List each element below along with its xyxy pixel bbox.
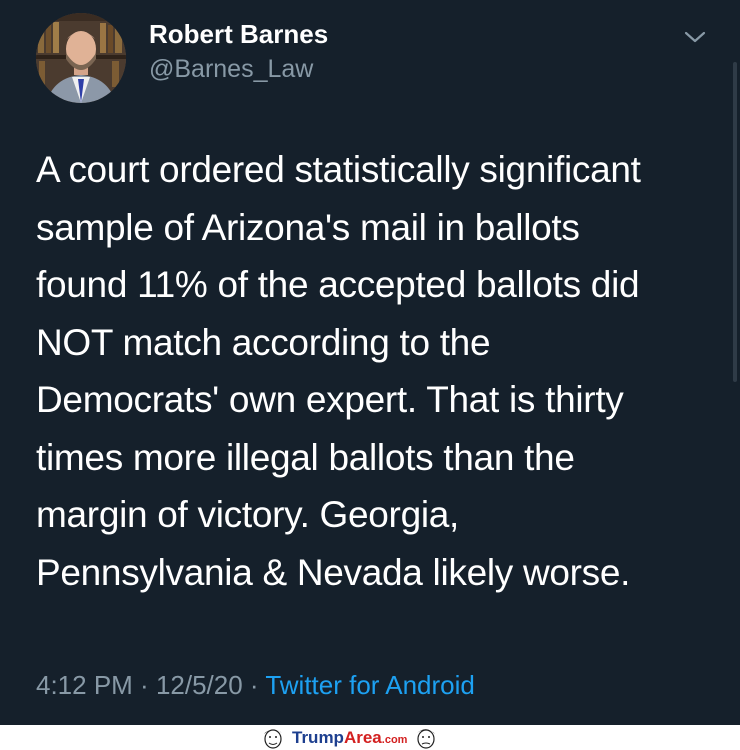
scrollbar[interactable] (733, 62, 737, 382)
tweet-date[interactable]: 12/5/20 (156, 670, 243, 700)
meta-separator: · (132, 670, 156, 700)
tweet-time[interactable]: 4:12 PM (36, 670, 133, 700)
author-name[interactable]: Robert Barnes (149, 19, 328, 50)
caricature-face-icon (417, 729, 436, 749)
tweet-text: A court ordered statistically significan… (36, 149, 641, 593)
watermark-logo: Trump Area .com (258, 725, 441, 750)
caricature-face-icon (264, 729, 282, 749)
watermark-text-domain: .com (381, 734, 408, 746)
tweet-card: Robert Barnes @Barnes_Law A court ordere… (0, 0, 740, 725)
watermark-text-trump: Trump (292, 727, 344, 747)
chevron-down-icon[interactable] (683, 28, 707, 46)
tweet-source-link[interactable]: Twitter for Android (265, 670, 475, 700)
avatar-image (36, 13, 126, 103)
watermark-bar: Trump Area .com (0, 725, 740, 750)
author-handle[interactable]: @Barnes_Law (149, 55, 313, 84)
avatar[interactable] (36, 13, 126, 103)
watermark-text-area: Area (343, 727, 382, 747)
meta-separator: · (242, 670, 266, 700)
tweet-meta: 4:12 PM · 12/5/20 · Twitter for Android (36, 670, 475, 701)
